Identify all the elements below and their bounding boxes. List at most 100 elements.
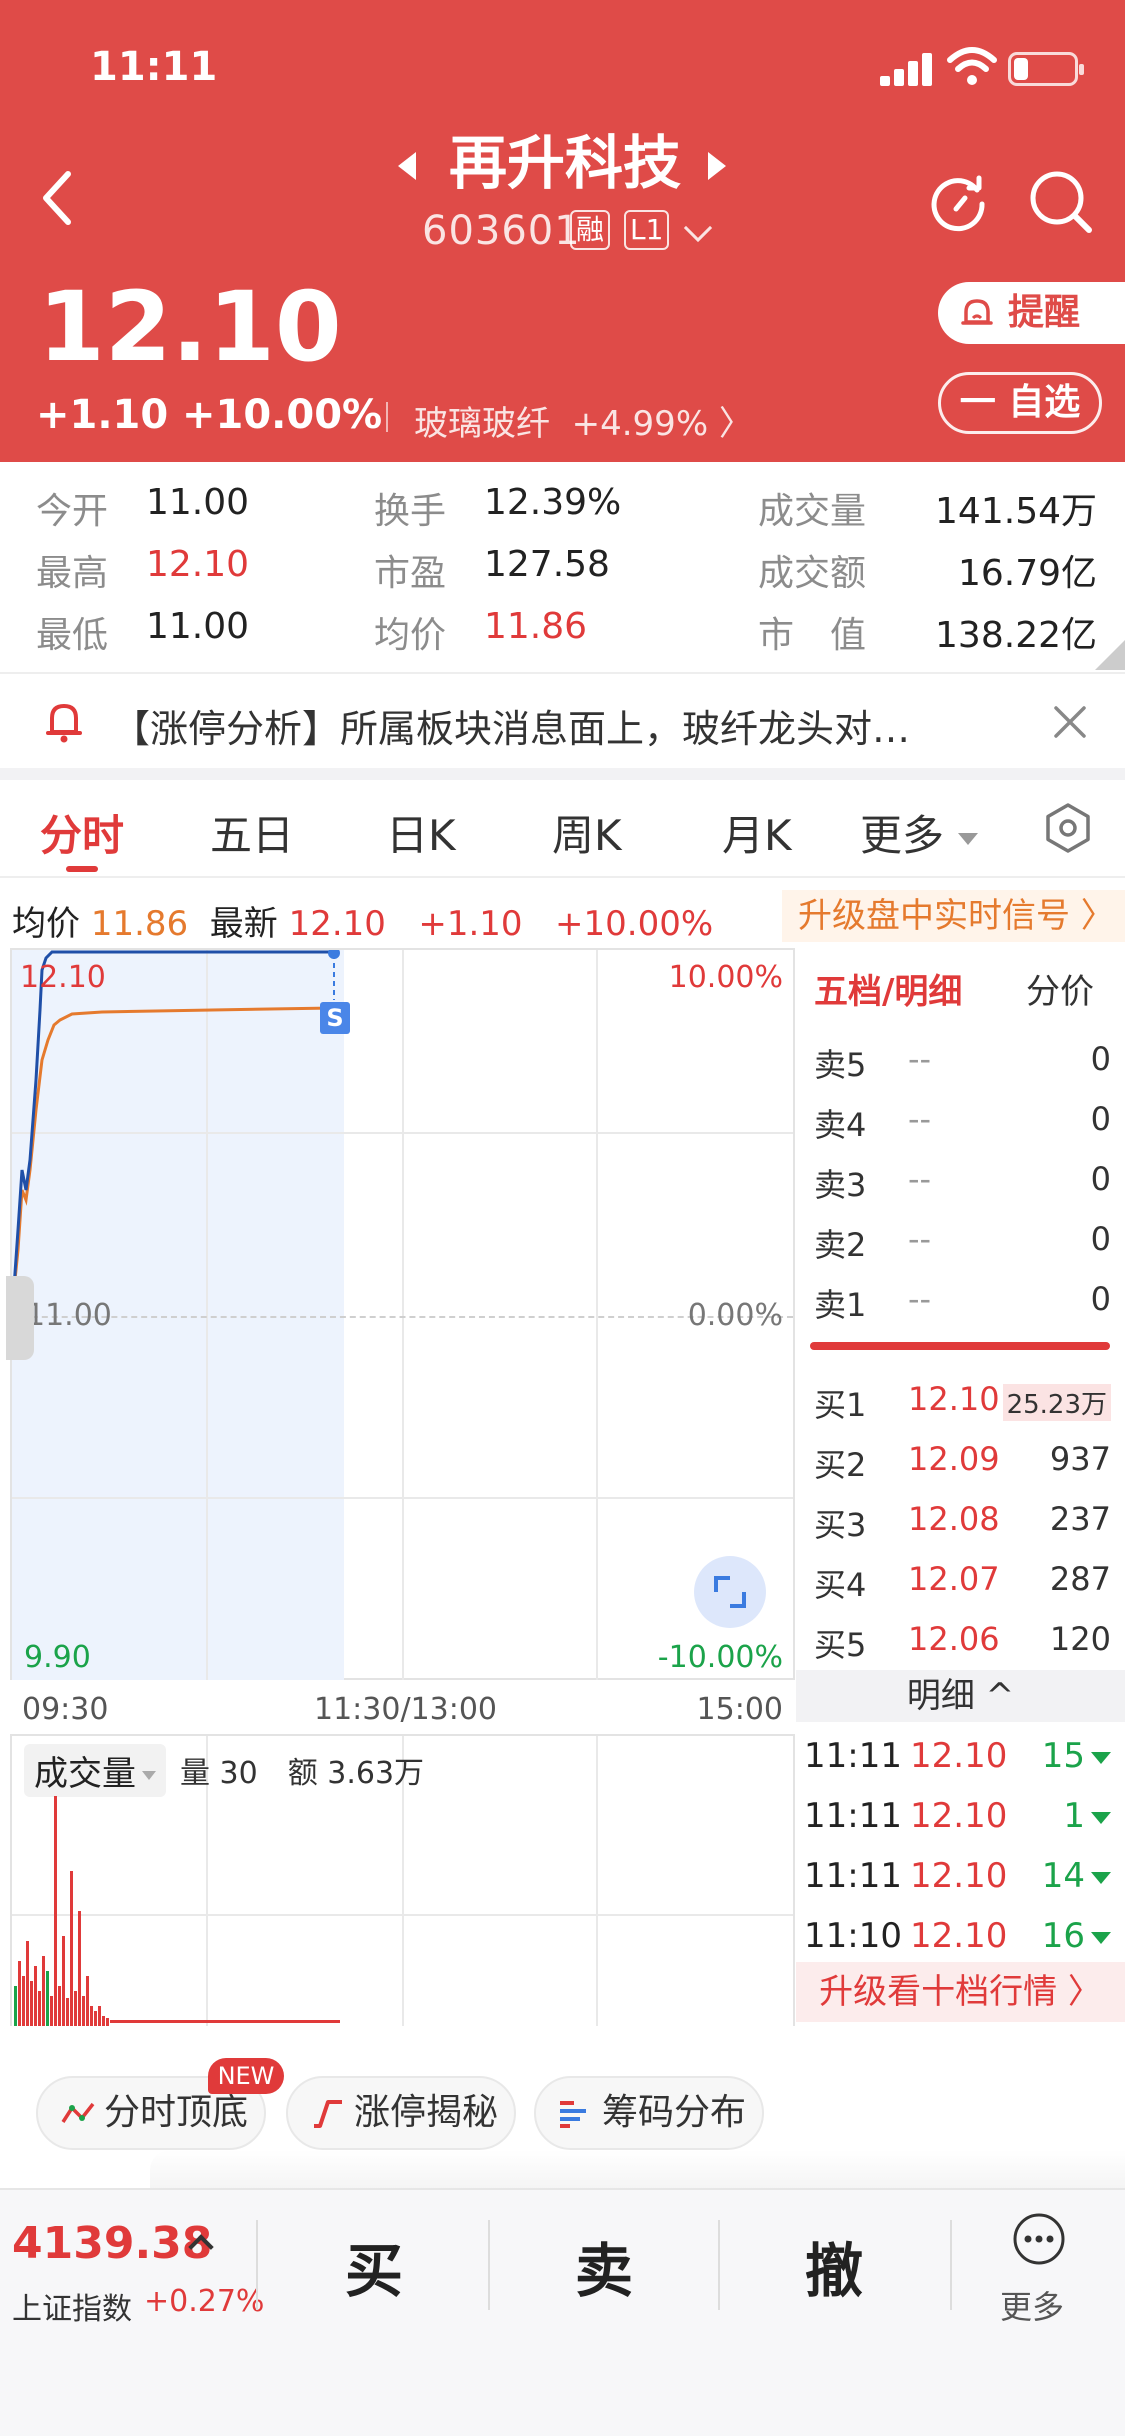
low-value: 11.00 — [146, 606, 250, 647]
y-axis-top: 12.10 — [20, 960, 106, 995]
next-stock-icon[interactable] — [708, 152, 726, 180]
ask-label: 卖4 — [814, 1106, 867, 1144]
limit-up-icon — [314, 2100, 342, 2128]
y-axis-mid: 11.00 — [26, 1298, 112, 1333]
remind-label: 提醒 — [1008, 292, 1081, 333]
high-label: 最高 — [36, 553, 109, 594]
tab-more-label: 更多 — [860, 811, 945, 860]
signal-icon — [880, 52, 936, 86]
time-mid: 11:30/13:00 — [314, 1692, 498, 1727]
high-value: 12.10 — [146, 544, 250, 585]
detail-header[interactable]: 明细 ^ — [796, 1670, 1125, 1722]
volume-value: 141.54万 — [935, 491, 1097, 532]
fullscreen-button[interactable] — [694, 1556, 766, 1628]
volume-bars — [14, 1796, 340, 2026]
upgrade-signal-button[interactable]: 升级盘中实时信号 〉 — [782, 890, 1125, 942]
latest-change-pct: +10.00% — [555, 904, 714, 944]
latest-value: 12.10 — [288, 904, 386, 944]
limit-up-banner[interactable]: 【涨停分析】所属板块消息面上，玻纤龙头对… — [0, 672, 1125, 768]
scroll-peek-section — [150, 2150, 1125, 2190]
tab-weekly-k[interactable]: 周K — [552, 802, 622, 863]
tick-time: 11:11 — [804, 1856, 902, 1896]
expand-corner-icon[interactable] — [1095, 640, 1125, 670]
chart-tabs: 分时 五日 日K 周K 月K 更多 — [0, 780, 1125, 878]
volume-chart[interactable]: 成交量 量 30 额 3.63万 — [10, 1736, 795, 2026]
tab-5day[interactable]: 五日 — [210, 802, 294, 863]
tab-daily-k[interactable]: 日K — [386, 802, 456, 863]
latest-label: 最新 — [209, 904, 278, 944]
settings-hexagon-icon[interactable] — [1042, 802, 1094, 854]
intraday-chart[interactable]: S 12.10 10.00% 11.00 0.00% 9.90 -10.00% — [10, 948, 795, 1680]
ask-volume: 0 — [1090, 1160, 1111, 1198]
search-icon[interactable] — [1025, 166, 1095, 236]
ask-volume: 0 — [1090, 1040, 1111, 1078]
tab-order-book[interactable]: 五档/明细 — [814, 964, 962, 1013]
back-arrow-icon[interactable] — [38, 168, 78, 228]
open-label: 今开 — [36, 491, 109, 532]
latest-change: +1.10 — [418, 904, 523, 944]
tick-qty: 15 — [1041, 1736, 1085, 1776]
ask-row: 卖4 -- 0 — [796, 1090, 1125, 1150]
chevron-down-icon[interactable] — [683, 213, 713, 243]
ask-label: 卖2 — [814, 1226, 867, 1264]
cancel-order-button[interactable]: 撤 — [774, 2224, 894, 2308]
turnover-label: 换手 — [374, 491, 447, 532]
tick-qty: 14 — [1041, 1856, 1085, 1896]
limit-up-secret-chip[interactable]: 涨停揭秘 — [286, 2076, 516, 2150]
signal-marker[interactable]: S — [320, 1004, 350, 1032]
distribution-icon — [560, 2101, 586, 2128]
ask-label: 卖3 — [814, 1166, 867, 1204]
bid-volume: 237 — [1049, 1500, 1111, 1538]
ask-price: -- — [908, 1220, 932, 1258]
upgrade-level10-button[interactable]: 升级看十档行情 〉 — [796, 1962, 1125, 2022]
alarm-icon — [961, 299, 993, 325]
bid-label: 买3 — [814, 1506, 867, 1544]
low-label: 最低 — [36, 615, 109, 656]
expand-icon — [714, 1576, 746, 1608]
tab-monthly-k[interactable]: 月K — [722, 802, 792, 863]
y-axis-bottom: 9.90 — [24, 1640, 91, 1675]
bid-volume: 120 — [1049, 1620, 1111, 1658]
divider — [718, 2220, 720, 2310]
ask-price: -- — [908, 1160, 932, 1198]
sell-button[interactable]: 卖 — [544, 2224, 664, 2308]
sell-arrow-icon — [1091, 1932, 1111, 1944]
bid-price: 12.09 — [908, 1440, 1000, 1478]
price-lines — [12, 950, 350, 1317]
tab-more[interactable]: 更多 — [860, 802, 979, 863]
bid-row: 买2 12.09 937 — [796, 1430, 1125, 1490]
bid-price: 12.06 — [908, 1620, 1000, 1658]
tab-intraday[interactable]: 分时 — [40, 802, 124, 863]
bid-price: 12.08 — [908, 1500, 1000, 1538]
sector-link[interactable]: 玻璃玻纤 +4.99% 〉 — [414, 396, 753, 445]
divider — [256, 2220, 258, 2310]
stock-detail-screen: 11:11 再升科技 603601 融 L1 12.10 +1.10 +10.0… — [0, 0, 1125, 2436]
stats-panel: 今开 11.00 最高 12.10 最低 11.00 换手 12.39% 市盈 … — [0, 462, 1125, 672]
remind-button[interactable]: 提醒 — [938, 282, 1125, 344]
chip-distribution-chip[interactable]: 筹码分布 — [534, 2076, 764, 2150]
drawer-handle[interactable] — [6, 1276, 34, 1360]
bell-icon — [46, 704, 82, 743]
chart-info-row: 均价 11.86 最新 12.10 +1.10 +10.00% 升级盘中实时信号… — [0, 880, 1125, 952]
order-book-panel: 五档/明细 分价 卖5 -- 0 卖4 -- 0 卖3 -- 0 卖2 -- 0 卖1 -- 0 买… — [796, 948, 1125, 2028]
divider — [0, 768, 1125, 780]
more-icon[interactable] — [1012, 2212, 1066, 2266]
buy-button[interactable]: 买 — [314, 2224, 434, 2308]
ask-label: 卖1 — [814, 1286, 867, 1324]
tick-row: 11:11 12.10 15 — [796, 1726, 1125, 1786]
open-value: 11.00 — [146, 482, 250, 523]
sector-change: +4.99% — [571, 404, 709, 444]
tick-price: 12.10 — [910, 1736, 1008, 1776]
tab-price-distribution[interactable]: 分价 — [1026, 964, 1094, 1013]
status-time: 11:11 — [90, 44, 218, 90]
pe-label: 市盈 — [374, 553, 447, 594]
close-icon[interactable] — [1052, 704, 1088, 740]
tick-row: 11:10 12.10 16 — [796, 1906, 1125, 1966]
ask-row: 卖5 -- 0 — [796, 1030, 1125, 1090]
tick-price: 12.10 — [910, 1796, 1008, 1836]
watchlist-button[interactable]: 一 自选 — [938, 372, 1102, 434]
tick-price: 12.10 — [910, 1856, 1008, 1896]
amount-label: 成交额 — [758, 553, 867, 594]
bid-label: 买5 — [814, 1626, 867, 1664]
refresh-icon[interactable] — [925, 168, 991, 234]
